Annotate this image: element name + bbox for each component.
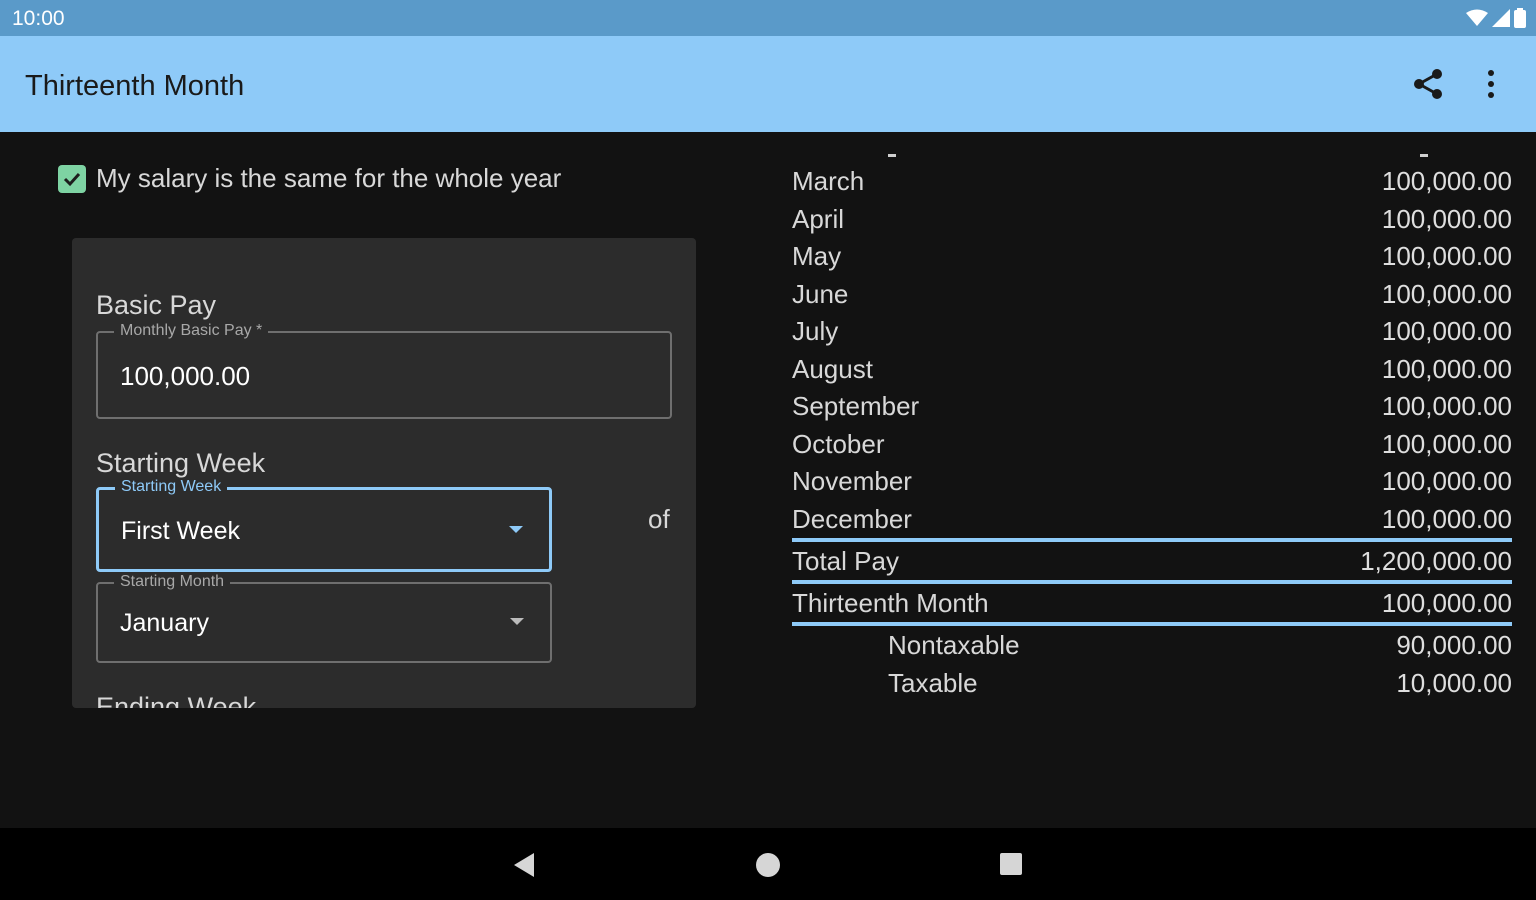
thirteenth-month-amount: 100,000.00	[1381, 587, 1512, 618]
starting-month-dropdown[interactable]: Starting Month January	[96, 573, 552, 663]
month-row: June 100,000.00	[792, 276, 1512, 314]
same-salary-checkbox[interactable]	[58, 164, 86, 193]
taxable-row: Taxable 10,000.00	[792, 664, 1512, 702]
month-amount: 100,000.00	[1381, 316, 1512, 347]
status-icons	[1466, 8, 1526, 28]
month-row: July 100,000.00	[792, 313, 1512, 351]
nontaxable-amount: 90,000.00	[1396, 629, 1512, 660]
home-icon[interactable]	[756, 853, 780, 877]
month-name: October	[792, 428, 885, 459]
month-name: July	[792, 316, 839, 347]
month-row: October 100,000.00	[792, 426, 1512, 464]
month-amount: 100,000.00	[1381, 353, 1512, 384]
taxable-amount: 10,000.00	[1396, 667, 1512, 698]
month-name: May	[792, 241, 842, 272]
check-icon	[63, 172, 81, 186]
pay-settings-card: Basic Pay Monthly Basic Pay * 100,000.00…	[72, 238, 696, 708]
month-name: June	[792, 278, 849, 309]
nontaxable-label: Nontaxable	[888, 629, 1020, 660]
month-amount: 100,000.00	[1381, 203, 1512, 234]
month-amount: 100,000.00	[1381, 166, 1512, 197]
month-name: April	[792, 203, 845, 234]
month-row: March 100,000.00	[792, 163, 1512, 201]
total-pay-row: Total Pay 1,200,000.00	[792, 542, 1512, 580]
month-name: March	[792, 166, 865, 197]
month-name: December	[792, 503, 912, 534]
same-salary-label: My salary is the same for the whole year	[96, 163, 562, 193]
month-amount: 100,000.00	[1381, 503, 1512, 534]
nontaxable-row: Nontaxable 90,000.00	[792, 626, 1512, 664]
app-bar: Thirteenth Month	[0, 36, 1536, 132]
month-row: November 100,000.00	[792, 463, 1512, 501]
ending-week-title: Ending Week	[96, 692, 257, 708]
starting-week-label: Starting Week	[115, 478, 228, 496]
monthly-basic-pay-value: 100,000.00	[120, 361, 251, 391]
thirteenth-month-label: Thirteenth Month	[792, 587, 989, 618]
clipped-row-mark	[888, 154, 896, 157]
taxable-label: Taxable	[888, 667, 978, 698]
total-pay-label: Total Pay	[792, 545, 899, 576]
month-row: December 100,000.00	[792, 501, 1512, 539]
starting-week-dropdown[interactable]: Starting Week First Week	[96, 478, 552, 572]
starting-month-value: January	[120, 609, 209, 637]
starting-week-title: Starting Week	[96, 448, 266, 478]
monthly-pay-table: March 100,000.00 April 100,000.00 May 100,000…	[792, 152, 1512, 702]
chevron-down-icon	[510, 618, 524, 625]
month-amount: 100,000.00	[1381, 466, 1512, 497]
signal-icon	[1492, 9, 1510, 27]
month-row: September 100,000.00	[792, 388, 1512, 426]
starting-week-value: First Week	[121, 517, 240, 545]
status-bar: 10:00	[0, 0, 1536, 36]
month-name: August	[792, 353, 873, 384]
month-amount: 100,000.00	[1381, 241, 1512, 272]
month-name: November	[792, 466, 912, 497]
monthly-basic-pay-label: Monthly Basic Pay *	[114, 322, 269, 340]
of-label: of	[648, 504, 670, 534]
battery-icon	[1514, 8, 1526, 28]
starting-month-label: Starting Month	[114, 573, 231, 591]
total-pay-amount: 1,200,000.00	[1360, 545, 1512, 576]
wifi-icon	[1466, 9, 1488, 26]
month-rows: March 100,000.00 April 100,000.00 May 100,000…	[792, 163, 1512, 538]
month-row: May 100,000.00	[792, 238, 1512, 276]
share-icon[interactable]	[1410, 66, 1446, 102]
recents-icon[interactable]	[1000, 853, 1022, 875]
app-title: Thirteenth Month	[25, 70, 245, 102]
month-row: August 100,000.00	[792, 351, 1512, 389]
back-icon[interactable]	[512, 853, 536, 877]
more-vert-icon[interactable]	[1478, 66, 1504, 102]
monthly-basic-pay-field[interactable]: Monthly Basic Pay * 100,000.00	[96, 322, 672, 419]
same-salary-option[interactable]: My salary is the same for the whole year	[58, 163, 561, 194]
month-name: September	[792, 391, 920, 422]
month-row: April 100,000.00	[792, 201, 1512, 239]
month-amount: 100,000.00	[1381, 428, 1512, 459]
thirteenth-month-row: Thirteenth Month 100,000.00	[792, 584, 1512, 622]
clipped-row-mark	[1420, 154, 1428, 157]
chevron-down-icon	[509, 526, 523, 533]
status-time: 10:00	[12, 7, 65, 30]
month-amount: 100,000.00	[1381, 391, 1512, 422]
month-amount: 100,000.00	[1381, 278, 1512, 309]
basic-pay-title: Basic Pay	[96, 290, 217, 320]
